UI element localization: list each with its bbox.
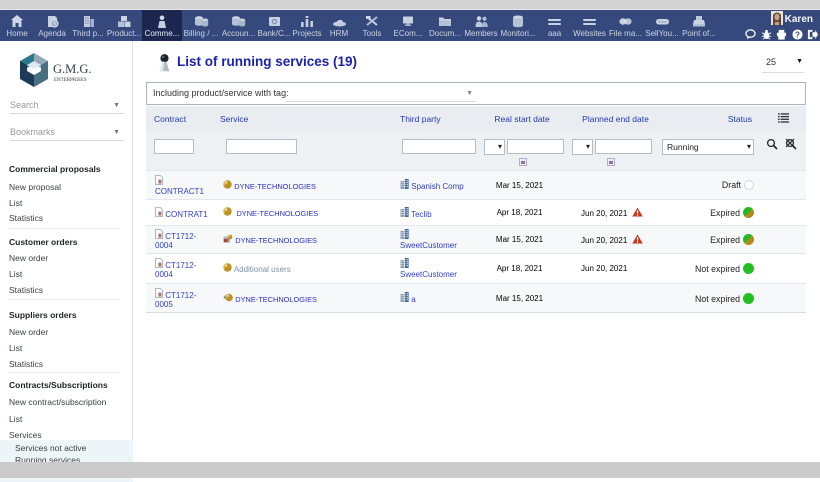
svg-text:ENTERPRISES: ENTERPRISES — [54, 78, 87, 83]
svg-text:G.M.G.: G.M.G. — [53, 62, 92, 76]
svg-text:?: ? — [794, 30, 799, 39]
